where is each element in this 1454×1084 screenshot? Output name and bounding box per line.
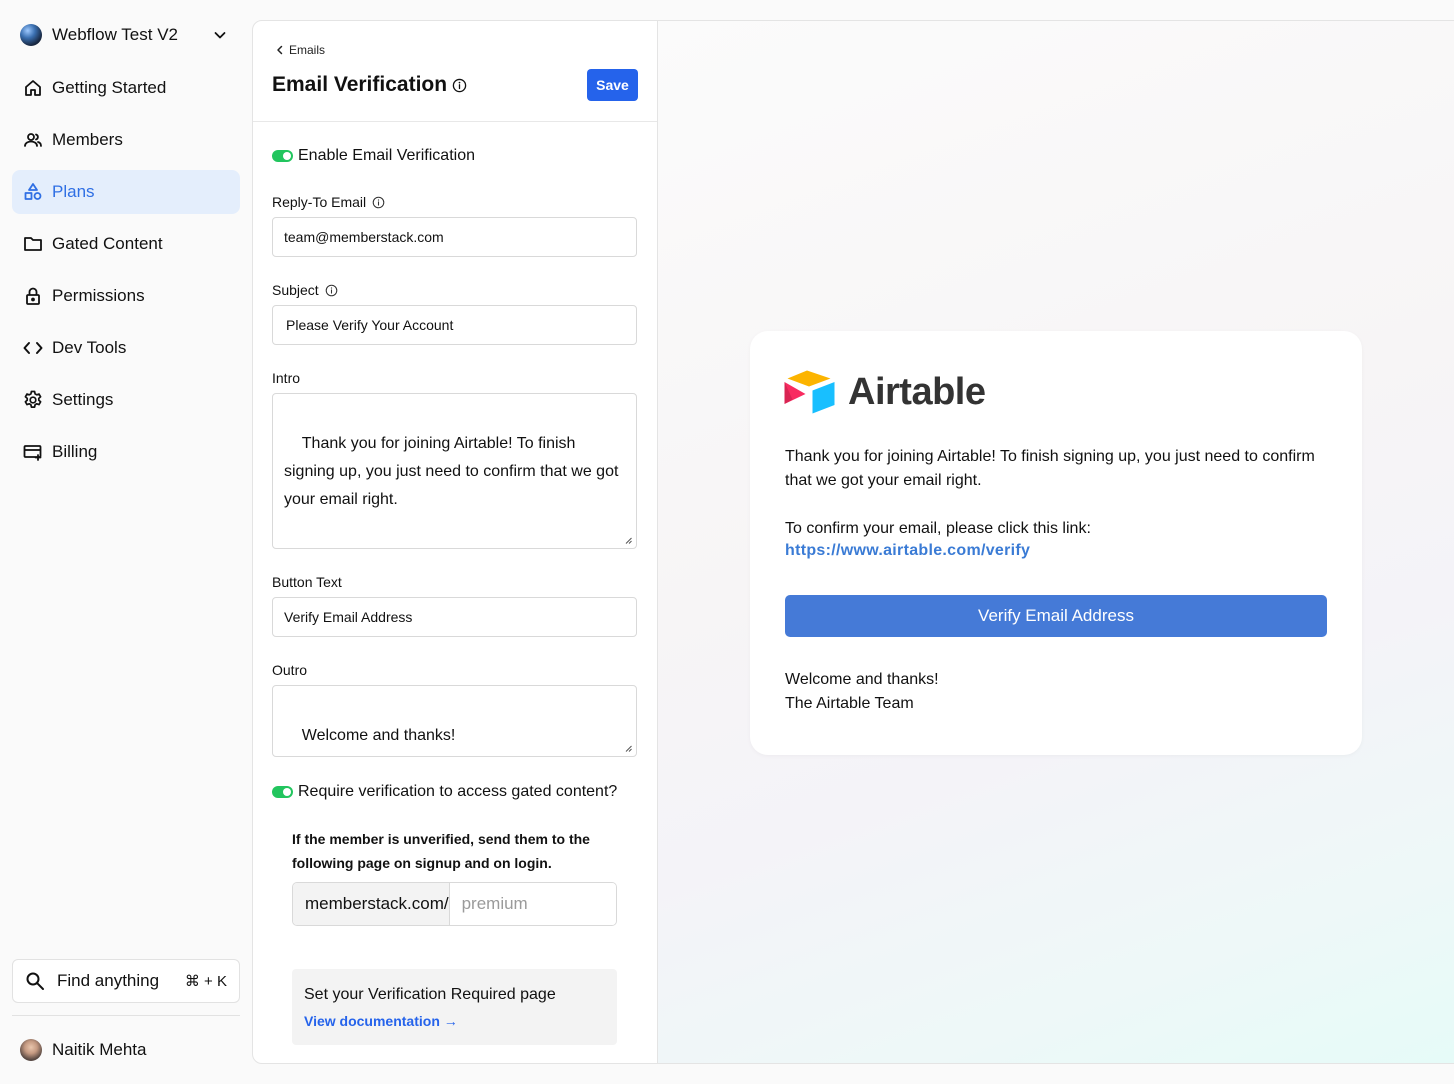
sidebar-item-plans[interactable]: Plans (12, 170, 240, 214)
sidebar-item-getting-started[interactable]: Getting Started (12, 66, 240, 110)
verify-email-button[interactable]: Verify Email Address (785, 595, 1327, 637)
workspace-switcher[interactable]: Webflow Test V2 (20, 22, 234, 48)
save-button[interactable]: Save (587, 69, 638, 101)
keyboard-shortcut: ⌘ + K (184, 973, 227, 990)
require-verification-label: Require verification to access gated con… (298, 783, 618, 800)
reply-to-label: Reply-To Email (272, 194, 385, 210)
members-icon (22, 129, 44, 151)
user-name: Naitik Mehta (52, 1040, 147, 1059)
page-title-text: Email Verification (272, 73, 448, 96)
email-editor-panel: Emails Email Verification Save Enable Em… (252, 20, 658, 1064)
sidebar-item-billing[interactable]: Billing (12, 430, 240, 474)
sidebar-item-label: Permissions (52, 286, 145, 305)
email-outro: Welcome and thanks! The Airtable Team (785, 671, 939, 712)
sidebar-item-gated-content[interactable]: Gated Content (12, 222, 240, 266)
reply-to-label-text: Reply-To Email (272, 194, 367, 210)
plans-icon (22, 181, 44, 203)
intro-label: Intro (272, 370, 301, 386)
resize-handle-icon[interactable] (625, 537, 632, 544)
doc-card-title: Set your Verification Required page (304, 986, 556, 1003)
button-text-label: Button Text (272, 574, 342, 590)
intro-textarea[interactable]: Thank you for joining Airtable! To finis… (272, 393, 637, 549)
sidebar-item-dev-tools[interactable]: Dev Tools (12, 326, 240, 370)
enable-verification-label: Enable Email Verification (298, 147, 475, 164)
subject-label-text: Subject (272, 282, 319, 298)
sidebar-item-label: Getting Started (52, 78, 167, 97)
email-confirm-text: To confirm your email, please click this… (785, 520, 1091, 537)
info-icon[interactable] (452, 78, 467, 93)
find-label: Find anything (57, 971, 160, 990)
redirect-url-group: memberstack.com/ (292, 882, 617, 926)
resize-handle-icon[interactable] (625, 745, 632, 752)
brand-header: Airtable (784, 369, 986, 415)
airtable-logo-icon (784, 370, 835, 414)
subject-label: Subject (272, 282, 338, 298)
brand-name: Airtable (848, 370, 986, 413)
back-to-emails-link[interactable]: Emails (275, 43, 325, 57)
sidebar-divider (12, 1015, 240, 1016)
gear-icon (22, 389, 44, 411)
info-icon[interactable] (325, 284, 338, 297)
unverified-redirect-note: If the member is unverified, send them t… (292, 831, 590, 871)
require-verification-toggle[interactable] (272, 786, 293, 798)
documentation-card: Set your Verification Required page View… (292, 969, 617, 1045)
user-menu[interactable]: Naitik Mehta (20, 1039, 146, 1061)
workspace-name: Webflow Test V2 (52, 25, 178, 44)
sidebar-item-label: Dev Tools (52, 338, 127, 357)
view-documentation-link[interactable]: View documentation → (304, 1013, 458, 1029)
avatar (20, 1039, 42, 1061)
folder-icon (22, 233, 44, 255)
chevron-down-icon (214, 32, 226, 39)
info-icon[interactable] (372, 196, 385, 209)
sidebar-item-settings[interactable]: Settings (12, 378, 240, 422)
search-icon (26, 972, 44, 990)
verify-url-link[interactable]: https://www.airtable.com/verify (785, 542, 1030, 560)
home-icon (22, 77, 44, 99)
email-intro: Thank you for joining Airtable! To finis… (785, 448, 1315, 489)
sidebar: Webflow Test V2 Getting Started Members … (0, 0, 252, 1084)
outro-label: Outro (272, 662, 308, 678)
redirect-path-input[interactable] (449, 883, 616, 925)
page-title: Email Verification (272, 73, 467, 97)
outro-textarea[interactable]: Welcome and thanks! The Airtable Team (272, 685, 637, 757)
intro-text: Thank you for joining Airtable! To finis… (284, 435, 619, 548)
sidebar-item-label: Plans (52, 182, 95, 201)
lock-icon (22, 285, 44, 307)
sidebar-item-label: Members (52, 130, 123, 149)
outro-text: Welcome and thanks! The Airtable Team (284, 727, 456, 756)
button-text-input[interactable]: Verify Email Address (272, 597, 637, 637)
sidebar-item-permissions[interactable]: Permissions (12, 274, 240, 318)
email-preview-area: Airtable Thank you for joining Airtable!… (658, 20, 1454, 1064)
code-icon (22, 337, 44, 359)
email-preview-card: Airtable Thank you for joining Airtable!… (750, 331, 1362, 755)
sidebar-nav: Getting Started Members Plans Gated Cont… (12, 66, 240, 482)
subject-input[interactable]: Please Verify Your Account (272, 305, 637, 345)
sidebar-item-label: Billing (52, 442, 98, 461)
chevron-left-icon (277, 45, 283, 55)
editor-divider (253, 121, 657, 122)
sidebar-item-members[interactable]: Members (12, 118, 240, 162)
find-anything-search[interactable]: Find anything ⌘ + K (12, 959, 240, 1003)
sidebar-item-label: Settings (52, 390, 114, 409)
reply-to-email-input[interactable]: team@memberstack.com (272, 217, 637, 257)
credit-card-icon (22, 441, 44, 463)
sidebar-item-label: Gated Content (52, 234, 163, 253)
back-link-label: Emails (289, 43, 326, 57)
enable-verification-toggle[interactable] (272, 150, 293, 162)
workspace-logo (20, 24, 42, 46)
url-prefix: memberstack.com/ (293, 883, 450, 925)
